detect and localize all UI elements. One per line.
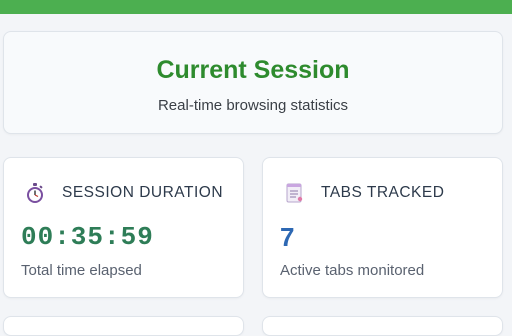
tabs-tracked-label: TABS TRACKED	[321, 184, 445, 201]
next-card-partial-right	[262, 316, 503, 336]
session-duration-card: SESSION DURATION 00:35:59 Total time ela…	[3, 157, 244, 298]
session-header-card: Current Session Real-time browsing stati…	[3, 31, 503, 134]
session-duration-value: 00:35:59	[21, 222, 154, 252]
tabs-tracked-caption: Active tabs monitored	[280, 262, 425, 279]
tabs-tracked-value: 7	[280, 222, 295, 252]
notepad-icon	[283, 182, 305, 204]
session-duration-caption: Total time elapsed	[21, 262, 142, 279]
session-duration-label: SESSION DURATION	[62, 184, 224, 201]
page-title: Current Session	[156, 56, 350, 84]
tabs-tracked-card: TABS TRACKED 7 Active tabs monitored	[262, 157, 503, 298]
page-subtitle: Real-time browsing statistics	[157, 97, 349, 114]
top-accent-bar	[0, 0, 512, 14]
stopwatch-icon	[24, 182, 46, 204]
next-card-partial-left	[3, 316, 244, 336]
